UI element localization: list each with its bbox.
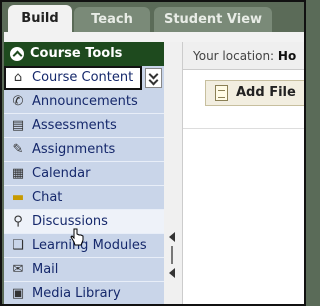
menu-item-label: Calendar bbox=[32, 166, 91, 181]
menu-item-assessments[interactable]: ▤ Assessments bbox=[4, 114, 164, 138]
menu-item-mail[interactable]: ✉ Mail bbox=[4, 258, 164, 282]
collapse-left-arrow-icon[interactable] bbox=[169, 268, 175, 278]
tab-underline-strip bbox=[4, 32, 304, 42]
location-bar: Your location: Ho bbox=[183, 42, 304, 70]
menu-item-label: Chat bbox=[32, 190, 63, 205]
tab-teach[interactable]: Teach bbox=[74, 7, 150, 33]
hand-pointer-cursor-icon bbox=[70, 228, 84, 246]
collapse-left-arrow-icon[interactable] bbox=[169, 232, 175, 242]
document-icon bbox=[215, 85, 228, 101]
menu-item-label: Mail bbox=[32, 262, 59, 277]
course-tools-menu: ⌂ Course Content ✆ Announcements ▤ Asses… bbox=[4, 66, 164, 304]
expand-menu-button[interactable] bbox=[145, 68, 162, 88]
media-icon: ▣ bbox=[11, 286, 25, 301]
menu-item-discussions[interactable]: ⚲ Discussions bbox=[4, 210, 164, 234]
clipboard-icon: ▤ bbox=[11, 118, 25, 133]
course-tools-title: Course Tools bbox=[30, 46, 123, 61]
divider bbox=[183, 128, 304, 129]
menu-item-label: Learning Modules bbox=[32, 238, 147, 253]
tab-student-view[interactable]: Student View bbox=[154, 7, 272, 33]
pencil-paper-icon: ✎ bbox=[12, 142, 24, 157]
splitter-grip[interactable] bbox=[171, 246, 173, 264]
menu-item-label: Assignments bbox=[32, 142, 116, 157]
menu-item-learning-modules[interactable]: ❑ Learning Modules bbox=[4, 234, 164, 258]
location-value[interactable]: Ho bbox=[278, 49, 296, 63]
calendar-icon: ▦ bbox=[11, 166, 25, 181]
collapse-chevron-icon[interactable] bbox=[10, 47, 24, 61]
menu-item-label: Announcements bbox=[32, 94, 138, 109]
tab-build[interactable]: Build bbox=[8, 5, 72, 35]
menu-item-media-library[interactable]: ▣ Media Library bbox=[4, 282, 164, 304]
house-icon: ⌂ bbox=[13, 70, 23, 85]
content-area: Your location: Ho Add File bbox=[182, 42, 304, 304]
panel-splitter[interactable] bbox=[164, 42, 182, 304]
envelope-icon: ✉ bbox=[12, 262, 24, 277]
tab-bar: Build Teach Student View bbox=[4, 5, 304, 35]
course-tools-header[interactable]: Course Tools bbox=[4, 42, 164, 66]
add-file-label: Add File bbox=[236, 85, 296, 100]
course-tools-panel: Course Tools ⌂ Course Content ✆ Announce… bbox=[4, 42, 164, 304]
menu-item-calendar[interactable]: ▦ Calendar bbox=[4, 162, 164, 186]
menu-item-announcements[interactable]: ✆ Announcements bbox=[4, 90, 164, 114]
menu-item-label: Media Library bbox=[32, 286, 121, 301]
menu-item-label: Assessments bbox=[32, 118, 117, 133]
content-toolbar: Add File bbox=[183, 70, 304, 128]
menu-item-assignments[interactable]: ✎ Assignments bbox=[4, 138, 164, 162]
megaphone-icon: ✆ bbox=[12, 94, 24, 109]
menu-item-label: Discussions bbox=[32, 214, 108, 229]
menu-item-label: Course Content bbox=[32, 70, 134, 85]
book-icon: ❑ bbox=[12, 238, 24, 253]
menu-item-chat[interactable]: ▬ Chat bbox=[4, 186, 164, 210]
app-window: Build Teach Student View Course Tools ⌂ … bbox=[0, 0, 306, 306]
location-label: Your location: bbox=[193, 49, 275, 63]
speech-bubble-icon: ▬ bbox=[11, 190, 25, 205]
add-file-button[interactable]: Add File bbox=[205, 80, 304, 106]
pushpin-icon: ⚲ bbox=[13, 214, 23, 229]
menu-item-course-content[interactable]: ⌂ Course Content bbox=[4, 66, 142, 90]
